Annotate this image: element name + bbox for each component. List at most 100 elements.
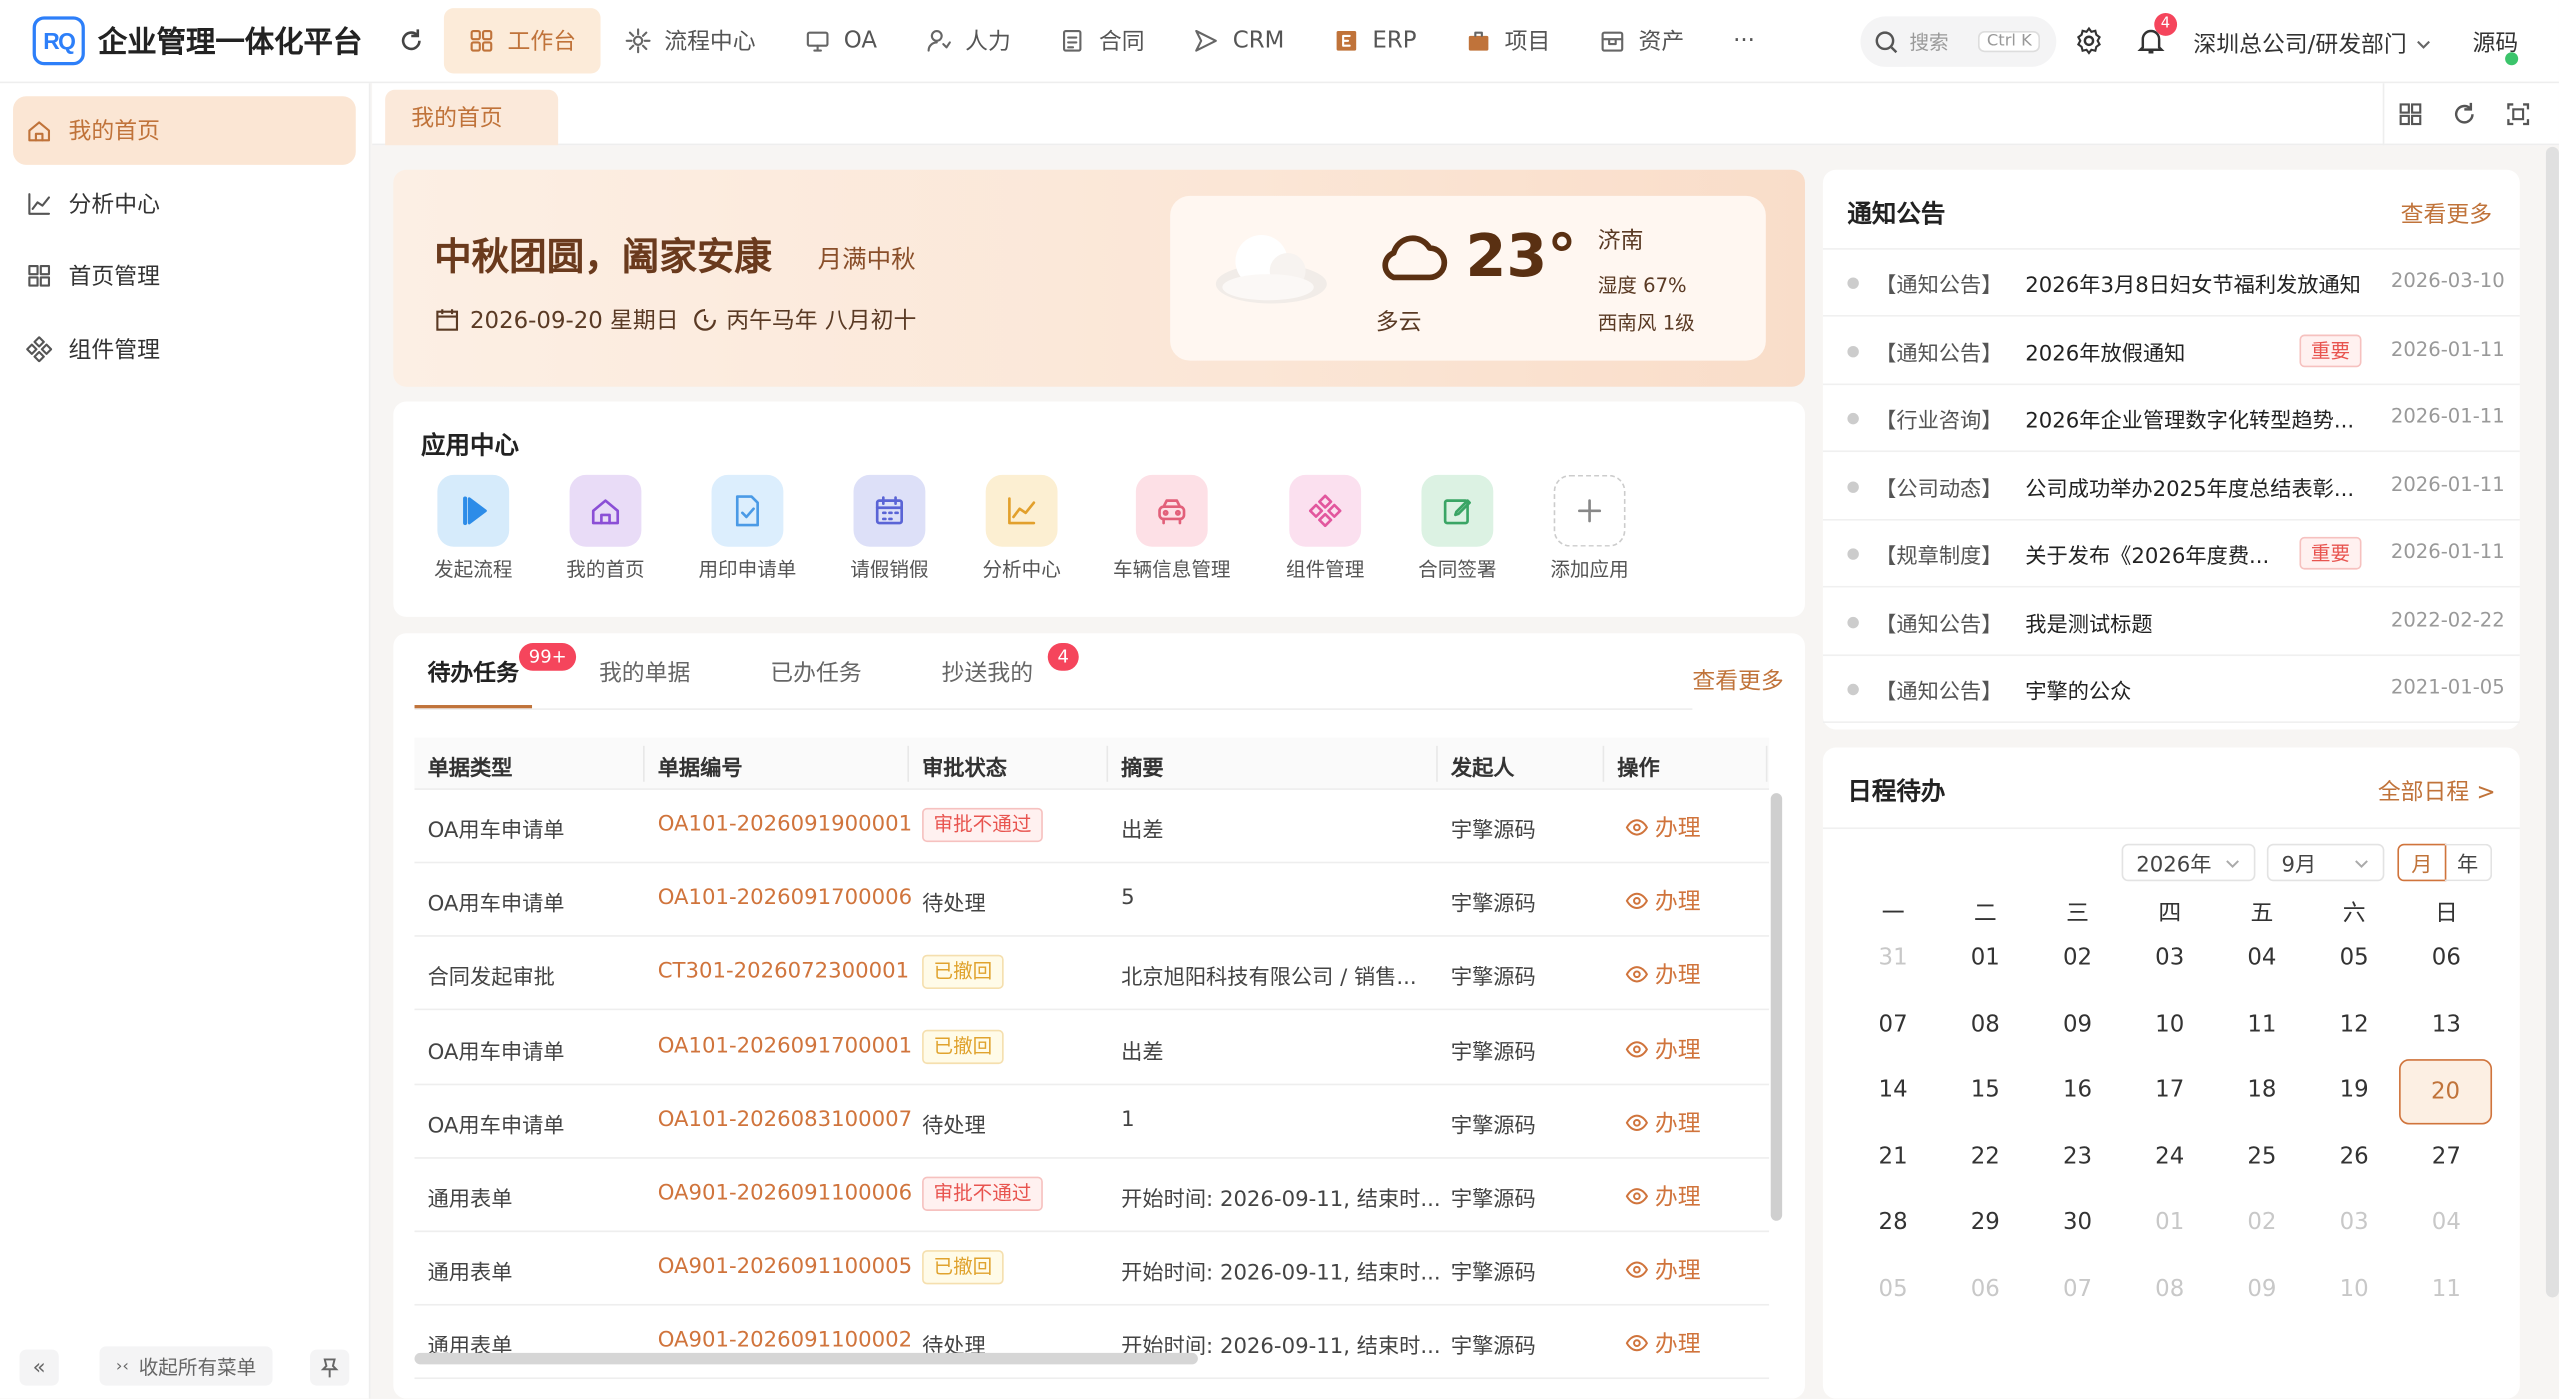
- cell-doc-number[interactable]: OA101-2026091900001: [658, 813, 912, 837]
- search-input[interactable]: 搜索 Ctrl K: [1860, 16, 2057, 67]
- nav-more-button[interactable]: ···: [1709, 8, 1780, 73]
- sidebar-item-1[interactable]: 分析中心: [13, 169, 356, 238]
- cell-doc-number[interactable]: OA901-2026091100002: [658, 1329, 912, 1353]
- calendar-day[interactable]: 11: [2401, 1256, 2492, 1321]
- calendar-day[interactable]: 06: [1940, 1256, 2031, 1321]
- calendar-day[interactable]: 03: [2308, 1190, 2399, 1255]
- collapse-all-menus-button[interactable]: ›‹ 收起所有菜单: [99, 1346, 273, 1386]
- cell-doc-number[interactable]: OA901-2026091100005: [658, 1255, 912, 1279]
- cell-doc-number[interactable]: OA101-2026091700006: [658, 886, 912, 910]
- calendar-day[interactable]: 05: [2308, 925, 2399, 990]
- notice-item[interactable]: 【通知公告】 宇擎的公众 2021-01-05: [1822, 656, 2520, 723]
- sidebar-item-0[interactable]: 我的首页: [13, 96, 356, 165]
- calendar-day[interactable]: 04: [2216, 925, 2307, 990]
- notice-item[interactable]: 【规章制度】 关于发布《2026年度费... 重要 2026-01-11: [1822, 521, 2520, 588]
- calendar-day[interactable]: 10: [2308, 1256, 2399, 1321]
- task-tab-1[interactable]: 我的单据: [599, 656, 690, 689]
- calendar-day[interactable]: 04: [2401, 1190, 2492, 1255]
- calendar-day[interactable]: 01: [1940, 925, 2031, 990]
- app-shortcut-3[interactable]: 请假销假: [816, 474, 963, 583]
- table-horizontal-scrollbar[interactable]: [414, 1352, 1198, 1365]
- handle-button[interactable]: 办理: [1625, 1327, 1701, 1360]
- calendar-day[interactable]: 12: [2308, 991, 2399, 1056]
- sidebar-item-2[interactable]: 首页管理: [13, 242, 356, 311]
- cell-doc-number[interactable]: OA101-2026083100007: [658, 1108, 912, 1132]
- calendar-day[interactable]: 16: [2032, 1058, 2123, 1123]
- calendar-day[interactable]: 14: [1847, 1058, 1938, 1123]
- app-shortcut-2[interactable]: 用印申请单: [674, 474, 821, 583]
- tab-my-home[interactable]: 我的首页: [385, 89, 559, 146]
- nav-item-7[interactable]: 项目: [1441, 8, 1575, 73]
- nav-item-2[interactable]: OA: [780, 8, 901, 73]
- handle-button[interactable]: 办理: [1625, 885, 1701, 918]
- calendar-day[interactable]: 07: [1847, 991, 1938, 1056]
- fullscreen-icon[interactable]: [2503, 100, 2532, 129]
- calendar-day[interactable]: 11: [2216, 991, 2307, 1056]
- all-schedule-link[interactable]: 全部日程 >: [2378, 775, 2496, 808]
- cell-doc-number[interactable]: CT301-2026072300001: [658, 960, 909, 984]
- calendar-day[interactable]: 21: [1847, 1124, 1938, 1189]
- cell-doc-number[interactable]: OA101-2026091700001: [658, 1034, 912, 1058]
- calendar-day[interactable]: 28: [1847, 1190, 1938, 1255]
- handle-button[interactable]: 办理: [1625, 1106, 1701, 1139]
- calendar-day[interactable]: 08: [1940, 991, 2031, 1056]
- handle-button[interactable]: 办理: [1625, 1032, 1701, 1065]
- handle-button[interactable]: 办理: [1625, 959, 1701, 992]
- app-shortcut-7[interactable]: 合同签署: [1384, 474, 1531, 583]
- table-row[interactable]: OA用车申请单 OA101-2026091900001 审批不通过 出差 宇擎源码 办理: [414, 790, 1770, 864]
- calendar-day[interactable]: 09: [2216, 1256, 2307, 1321]
- sidebar-item-3[interactable]: 组件管理: [13, 315, 356, 384]
- task-tab-3[interactable]: 抄送我的: [942, 656, 1033, 689]
- app-shortcut-6[interactable]: 组件管理: [1252, 474, 1399, 583]
- nav-item-6[interactable]: ERP: [1309, 8, 1441, 73]
- table-row[interactable]: 通用表单 OA901-2026091100002 待处理 开始时间: 2026-09-…: [414, 1306, 1770, 1380]
- calendar-day[interactable]: 23: [2032, 1124, 2123, 1189]
- app-shortcut-4[interactable]: 分析中心: [948, 474, 1095, 583]
- notice-item[interactable]: 【公司动态】 公司成功举办2025年度总结表彰... 2026-01-11: [1822, 453, 2520, 520]
- tasks-view-more-link[interactable]: 查看更多: [1692, 664, 1783, 697]
- app-shortcut-8[interactable]: 添加应用: [1516, 474, 1663, 583]
- nav-item-3[interactable]: 人力: [901, 8, 1035, 73]
- reload-icon[interactable]: [2450, 100, 2479, 129]
- calendar-day[interactable]: 26: [2308, 1124, 2399, 1189]
- nav-item-4[interactable]: 合同: [1035, 8, 1169, 73]
- table-row[interactable]: OA用车申请单 OA101-2026091700001 已撤回 出差 宇擎源码 办理: [414, 1011, 1770, 1085]
- cell-doc-number[interactable]: OA901-2026091100006: [658, 1182, 912, 1206]
- calendar-day[interactable]: 10: [2124, 991, 2215, 1056]
- calendar-day[interactable]: 01: [2124, 1190, 2215, 1255]
- table-row[interactable]: 合同发起审批 CT301-2026072300001 已撤回 北京旭阳科技有限公司 /…: [414, 937, 1770, 1011]
- pin-icon[interactable]: [310, 1349, 350, 1386]
- task-tab-2[interactable]: 已办任务: [770, 656, 861, 689]
- notice-item[interactable]: 【通知公告】 2026年放假通知 重要 2026-01-11: [1822, 317, 2520, 385]
- page-scrollbar[interactable]: [2545, 146, 2559, 1298]
- month-mode-button[interactable]: 月: [2397, 843, 2447, 882]
- grid-layout-icon[interactable]: [2396, 100, 2425, 129]
- notice-item[interactable]: 【通知公告】 我是测试标题 2022-02-22: [1822, 588, 2520, 656]
- year-select[interactable]: 2026年: [2121, 843, 2256, 882]
- nav-item-5[interactable]: CRM: [1169, 8, 1309, 73]
- calendar-day[interactable]: 17: [2124, 1058, 2215, 1123]
- app-shortcut-5[interactable]: 车辆信息管理: [1098, 474, 1245, 583]
- table-row[interactable]: 通用表单 OA901-2026091100006 审批不通过 开始时间: 2026-0…: [414, 1159, 1770, 1233]
- calendar-day[interactable]: 22: [1940, 1124, 2031, 1189]
- nav-item-1[interactable]: 流程中心: [601, 8, 781, 73]
- calendar-day[interactable]: 27: [2401, 1124, 2492, 1189]
- year-mode-button[interactable]: 年: [2444, 843, 2493, 882]
- calendar-day-today[interactable]: 20: [2399, 1059, 2493, 1125]
- nav-item-0[interactable]: 工作台: [443, 8, 601, 74]
- calendar-day[interactable]: 18: [2216, 1058, 2307, 1123]
- notice-view-more-link[interactable]: 查看更多: [2401, 197, 2492, 230]
- calendar-day[interactable]: 30: [2032, 1190, 2123, 1255]
- app-shortcut-1[interactable]: 我的首页: [532, 474, 679, 583]
- table-row[interactable]: 通用表单 OA901-2026091100005 已撤回 开始时间: 2026-09-…: [414, 1232, 1770, 1306]
- calendar-day[interactable]: 07: [2032, 1256, 2123, 1321]
- table-vertical-scrollbar[interactable]: [1770, 793, 1783, 1221]
- org-selector[interactable]: 深圳总公司/研发部门: [2193, 28, 2432, 61]
- month-select[interactable]: 9月: [2266, 843, 2385, 882]
- table-row[interactable]: OA用车申请单 OA101-2026091700006 待处理 5 宇擎源码 办理: [414, 864, 1770, 938]
- calendar-day[interactable]: 24: [2124, 1124, 2215, 1189]
- calendar-day[interactable]: 13: [2401, 991, 2492, 1056]
- handle-button[interactable]: 办理: [1625, 1254, 1701, 1287]
- calendar-day[interactable]: 02: [2032, 925, 2123, 990]
- calendar-day[interactable]: 05: [1847, 1256, 1938, 1321]
